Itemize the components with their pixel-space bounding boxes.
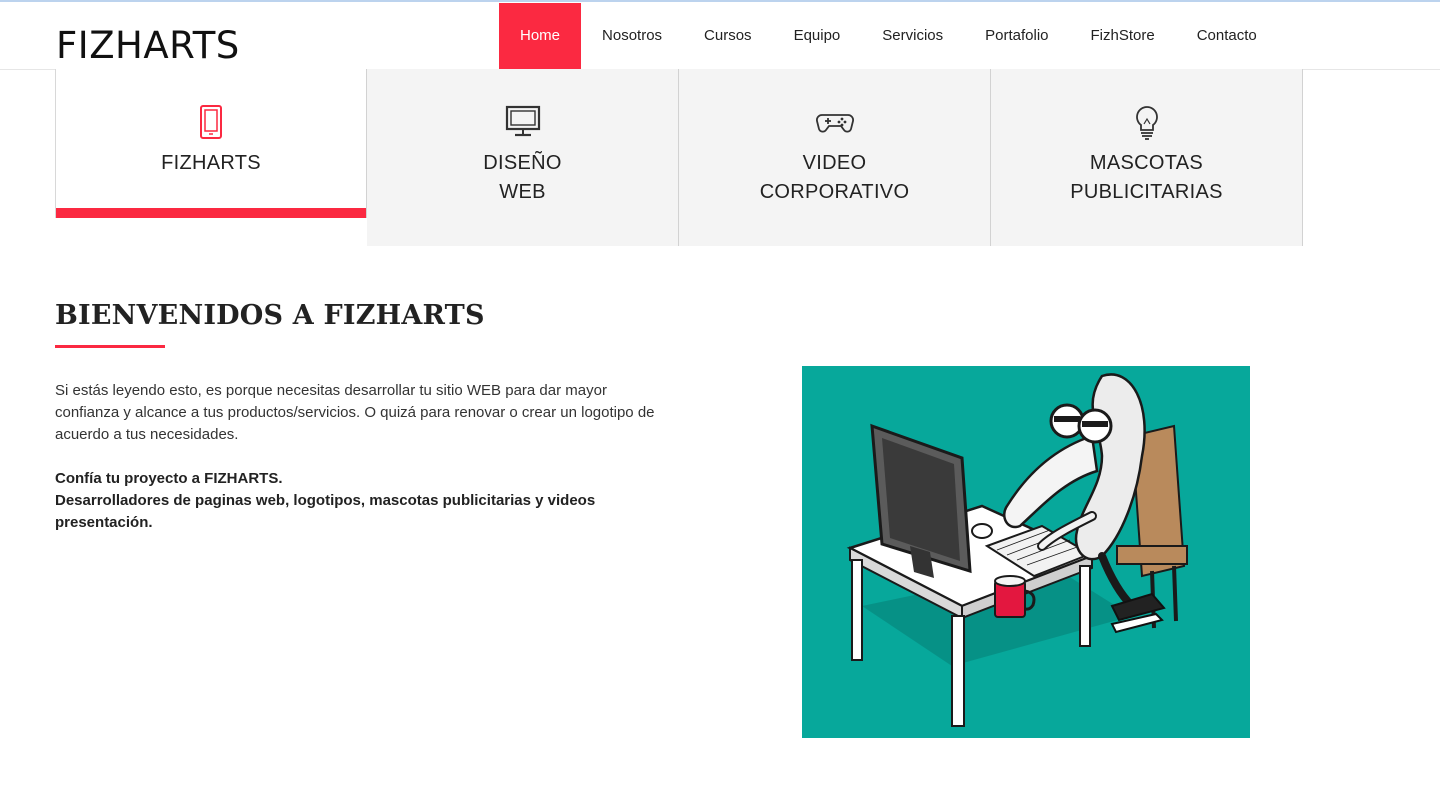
highlight-line-2: Desarrolladores de paginas web, logotipo…	[55, 492, 596, 531]
tab-label: VIDEO CORPORATIVO	[759, 152, 910, 203]
welcome-title: BIENVENIDOS A FIZHARTS	[55, 300, 485, 331]
site-logo[interactable]: FIZHARTS	[56, 24, 240, 68]
welcome-highlight: Confía tu proyecto a FIZHARTS. Desarroll…	[55, 468, 675, 534]
title-underline	[55, 345, 165, 348]
tab-label: MASCOTAS PUBLICITARIAS	[1070, 152, 1223, 203]
nav-cursos[interactable]: Cursos	[683, 3, 773, 69]
tab-diseno-web[interactable]: DISEÑO WEB	[367, 69, 679, 246]
nav-equipo[interactable]: Equipo	[773, 3, 862, 69]
tablet-icon	[56, 105, 366, 141]
tab-fizharts[interactable]: FIZHARTS	[55, 69, 367, 218]
nav-nosotros[interactable]: Nosotros	[581, 3, 683, 69]
service-tabs: FIZHARTS DISEÑO WEB VIDEO CORPORATIVO MA…	[55, 69, 1303, 246]
highlight-line-1: Confía tu proyecto a FIZHARTS.	[55, 470, 283, 487]
tab-video-corporativo[interactable]: VIDEO CORPORATIVO	[679, 69, 991, 246]
tab-label: FIZHARTS	[161, 152, 261, 174]
mascot-illustration	[802, 366, 1250, 738]
monitor-icon	[367, 105, 678, 141]
tab-label: DISEÑO WEB	[483, 152, 562, 203]
lightbulb-icon	[991, 105, 1302, 141]
main-nav: Home Nosotros Cursos Equipo Servicios Po…	[499, 3, 1278, 69]
welcome-intro: Si estás leyendo esto, es porque necesit…	[55, 382, 655, 443]
site-header: FIZHARTS Home Nosotros Cursos Equipo Ser…	[0, 2, 1440, 70]
nav-portafolio[interactable]: Portafolio	[964, 3, 1069, 69]
nav-home[interactable]: Home	[499, 3, 582, 69]
nav-contacto[interactable]: Contacto	[1176, 3, 1278, 69]
nav-fizhstore[interactable]: FizhStore	[1070, 3, 1176, 69]
tab-mascotas-publicitarias[interactable]: MASCOTAS PUBLICITARIAS	[991, 69, 1303, 246]
gamepad-icon	[679, 105, 990, 141]
nav-servicios[interactable]: Servicios	[861, 3, 964, 69]
